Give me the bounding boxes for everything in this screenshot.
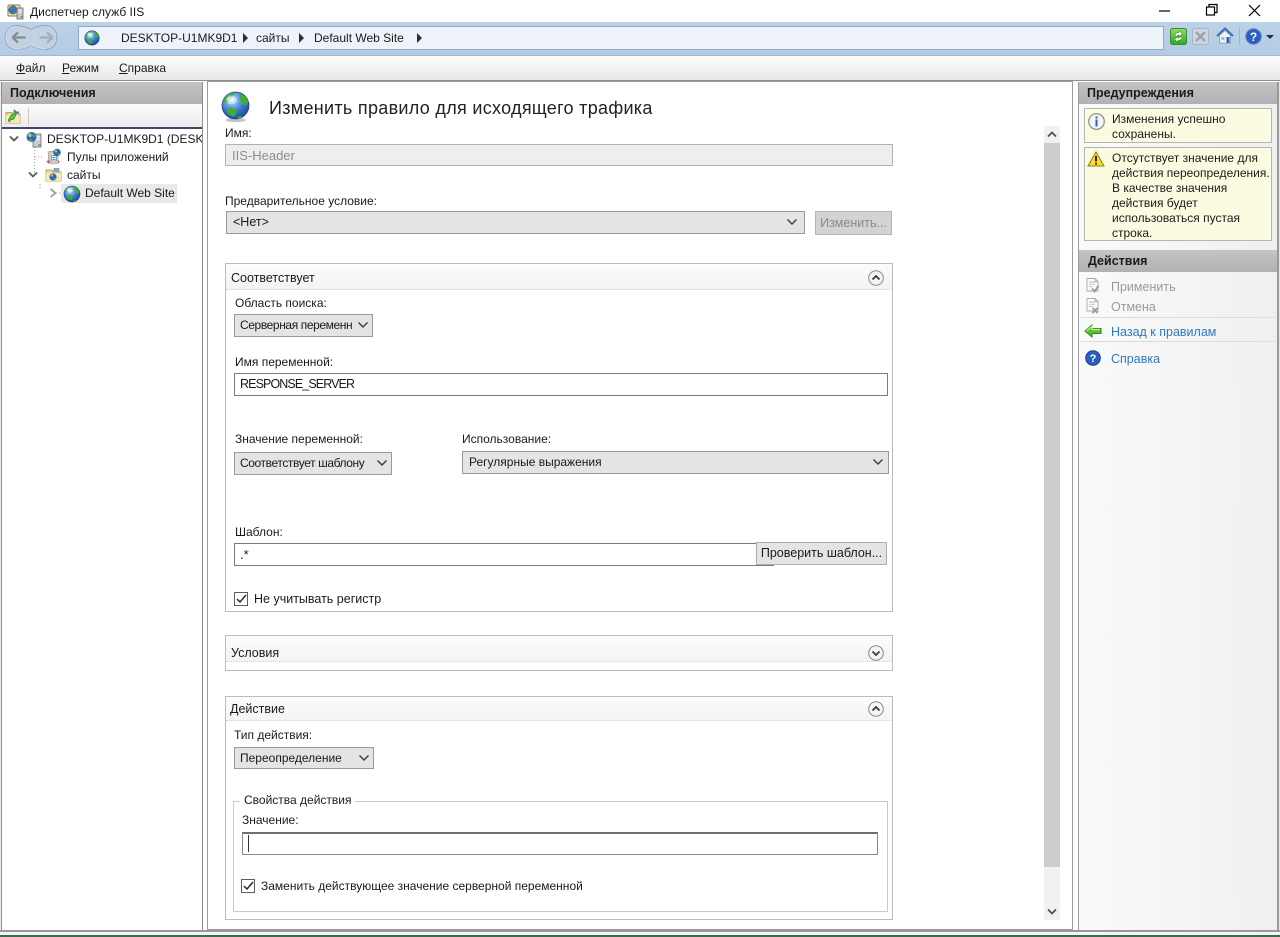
svg-text:?: ? <box>1090 353 1097 365</box>
svg-text:?: ? <box>1250 30 1257 44</box>
